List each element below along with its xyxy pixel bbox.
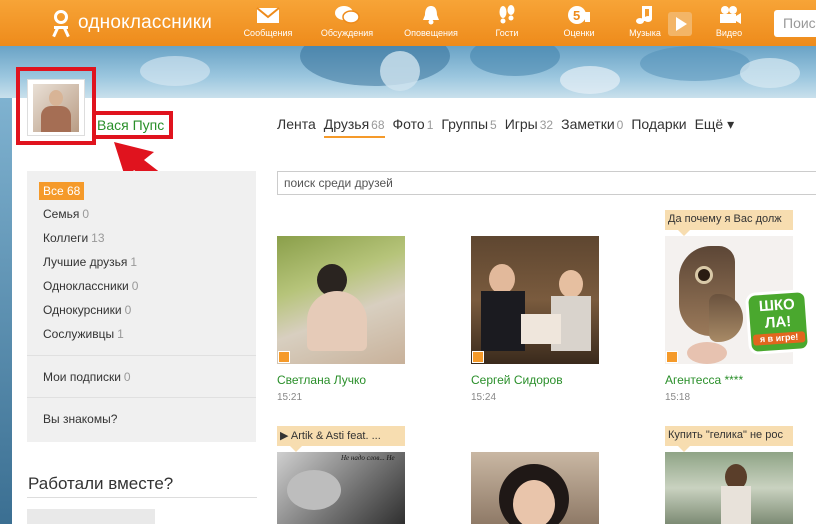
rating-5-icon: 5 — [568, 6, 590, 24]
friend-last-seen: 15:21 — [277, 392, 303, 403]
nav-label: Обсуждения — [320, 28, 374, 38]
friend-last-seen: 15:24 — [471, 392, 497, 403]
friend-photo[interactable] — [665, 452, 793, 524]
tab-friends[interactable]: Друзья 68 — [323, 116, 385, 138]
nav-label: Гости — [495, 28, 519, 38]
filter-coworkers[interactable]: Сослуживцы 1 — [43, 327, 124, 341]
profile-name-link[interactable]: Вася Пупс — [97, 117, 164, 133]
tab-gifts[interactable]: Подарки — [631, 116, 686, 138]
music-play-button[interactable] — [668, 12, 692, 36]
worked-together-suggestion[interactable] — [27, 509, 155, 524]
music-note-icon — [636, 6, 652, 24]
odnoklassniki-logo-icon — [52, 10, 70, 36]
top-navigation-bar: одноклассники Сообщения Обсуждения Опове… — [0, 0, 816, 46]
filter-all[interactable]: Все 68 — [39, 182, 85, 200]
friend-name-link[interactable]: Агентесса **** — [665, 373, 743, 387]
friend-status-bubble[interactable]: ▶ Artik & Asti feat. ... — [277, 426, 405, 446]
filter-subscriptions[interactable]: Мои подписки 0 — [43, 370, 131, 384]
game-badge: ШКО ЛА! я в игре! — [744, 288, 812, 356]
video-camera-icon — [720, 6, 741, 24]
friend-photo[interactable] — [471, 236, 599, 364]
filter-do-you-know[interactable]: Вы знакомы? — [43, 412, 117, 426]
global-search-input[interactable]: Поис — [774, 10, 816, 37]
nav-label: Музыка — [629, 28, 661, 38]
divider — [27, 397, 256, 398]
avatar-highlight-box — [16, 67, 96, 145]
friend-name-link[interactable]: Сергей Сидоров — [471, 373, 563, 387]
divider — [27, 497, 257, 498]
nav-guests[interactable]: Гости — [472, 4, 542, 38]
nav-messages[interactable]: Сообщения — [233, 4, 303, 38]
tab-notes[interactable]: Заметки 0 — [561, 116, 623, 138]
divider — [27, 355, 256, 356]
filter-best-friends[interactable]: Лучшие друзья 1 — [43, 255, 137, 269]
online-indicator — [666, 351, 678, 363]
bell-icon — [423, 6, 439, 25]
nav-label: Оценки — [563, 28, 595, 38]
worked-together-heading: Работали вместе? — [28, 474, 174, 493]
friend-status-bubble[interactable]: Купить "гелика" не рос — [665, 426, 793, 446]
photo-caption: Не надо слов... Не — [341, 454, 395, 462]
filter-family[interactable]: Семья 0 — [43, 207, 89, 221]
online-indicator — [278, 351, 290, 363]
profile-cover-banner — [0, 46, 816, 98]
tab-feed[interactable]: Лента — [277, 116, 316, 138]
friend-status-bubble[interactable]: Да почему я Вас долж — [665, 210, 793, 230]
filter-colleagues[interactable]: Коллеги 13 — [43, 231, 105, 245]
filter-classmates[interactable]: Одноклассники 0 — [43, 279, 138, 293]
nav-label: Сообщения — [243, 28, 293, 38]
nav-notifications[interactable]: Оповещения — [396, 4, 466, 38]
online-indicator — [472, 351, 484, 363]
friend-last-seen: 15:18 — [665, 392, 691, 403]
site-logo[interactable]: одноклассники — [52, 10, 212, 36]
svg-text:5: 5 — [573, 8, 580, 23]
nav-video[interactable]: Видео — [694, 4, 764, 38]
tab-more[interactable]: Ещё ▾ — [695, 116, 735, 138]
friend-name-link[interactable]: Светлана Лучко — [277, 373, 366, 387]
tab-groups[interactable]: Группы 5 — [441, 116, 496, 138]
chat-bubbles-icon — [335, 6, 360, 24]
nav-label: Оповещения — [404, 28, 458, 38]
friends-search-input[interactable]: поиск среди друзей — [277, 171, 816, 195]
nav-label: Видео — [715, 28, 743, 38]
friend-photo[interactable] — [471, 452, 599, 524]
nav-discussions[interactable]: Обсуждения — [312, 4, 382, 38]
nav-ratings[interactable]: 5 Оценки — [544, 4, 614, 38]
friends-filter-panel: Все 68 Семья 0 Коллеги 13 Лучшие друзья 1 О… — [27, 171, 256, 442]
tab-photos[interactable]: Фото 1 — [393, 116, 434, 138]
left-decorative-strip — [0, 98, 12, 524]
site-name: одноклассники — [78, 12, 213, 33]
footprints-icon — [499, 5, 515, 24]
play-icon — [676, 17, 687, 31]
tab-games[interactable]: Игры 32 — [505, 116, 553, 138]
friend-photo[interactable]: Не надо слов... Не — [277, 452, 405, 524]
filter-coursemates[interactable]: Однокурсники 0 — [43, 303, 131, 317]
profile-tabs: Лента Друзья 68 Фото 1 Группы 5 Игры 32 Заме… — [277, 116, 742, 138]
envelope-icon — [256, 7, 280, 23]
friend-photo[interactable] — [277, 236, 405, 364]
